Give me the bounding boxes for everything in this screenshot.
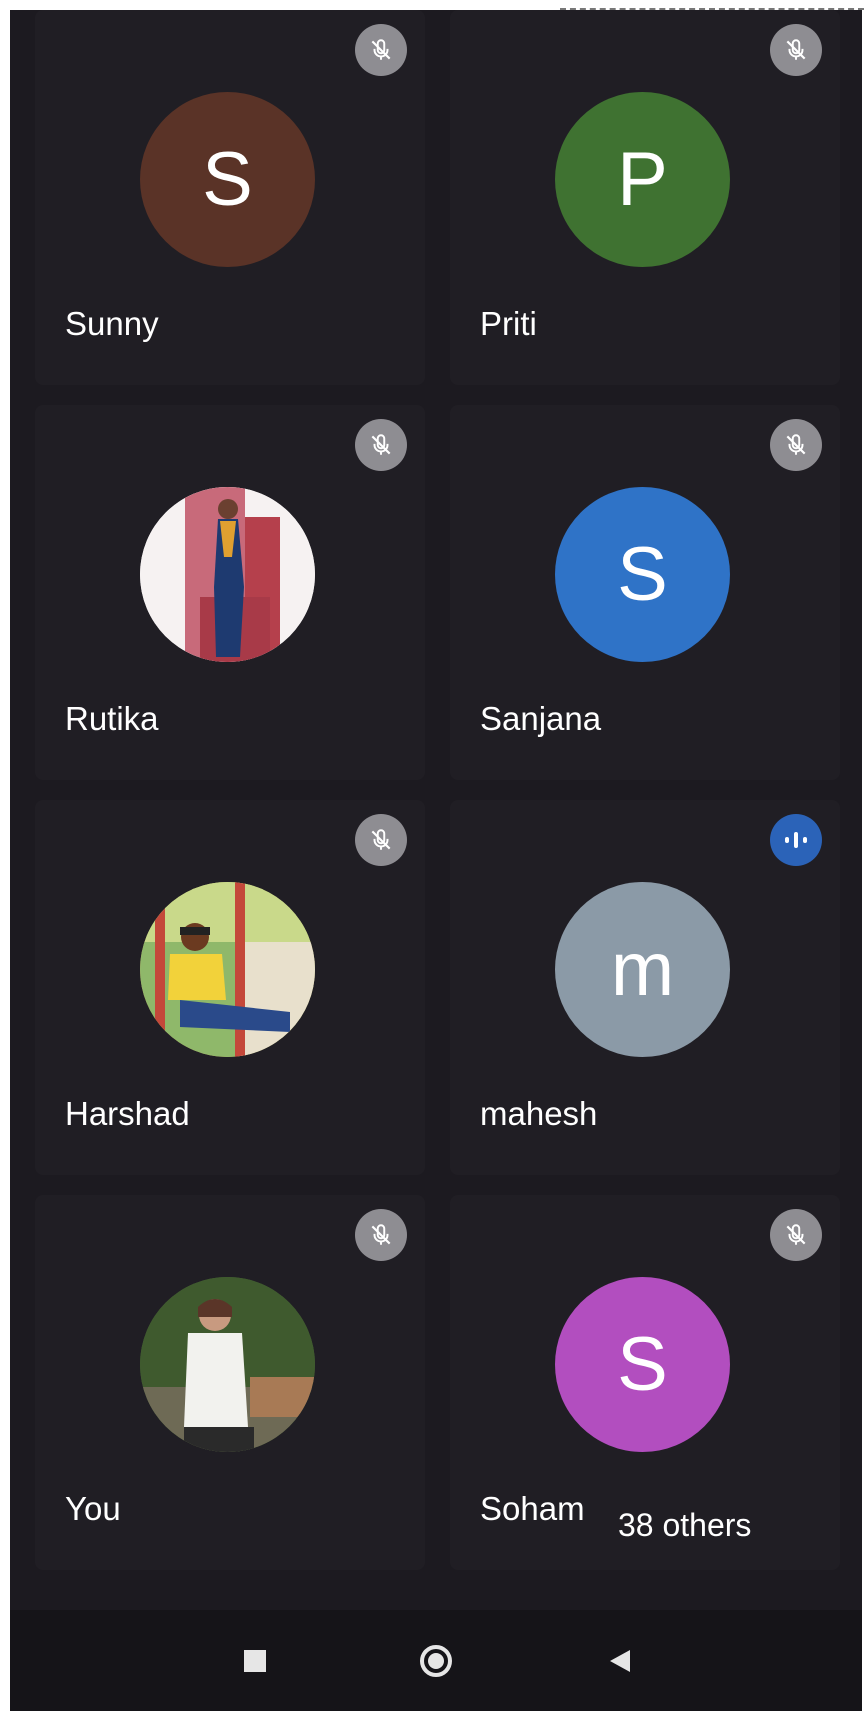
- avatar-initial: S: [617, 532, 668, 617]
- participant-name: Sanjana: [480, 700, 602, 737]
- participant-tile[interactable]: P Priti: [450, 10, 840, 385]
- circle-home-icon[interactable]: [396, 1610, 476, 1711]
- screenshot-border: [560, 0, 864, 10]
- audio-level-icon: [770, 814, 822, 866]
- participant-tile[interactable]: Rutika: [35, 405, 425, 780]
- participant-tile[interactable]: S Sanjana: [450, 405, 840, 780]
- participant-tile[interactable]: Harshad: [35, 800, 425, 1175]
- avatar-initial: S: [202, 137, 253, 222]
- mic-off-icon: [770, 1209, 822, 1261]
- mic-off-icon: [355, 419, 407, 471]
- mic-off-icon: [770, 24, 822, 76]
- participant-name: Soham: [480, 1490, 585, 1527]
- avatar: S: [555, 487, 730, 662]
- avatar-photo: [140, 882, 315, 1057]
- mic-off-icon: [355, 814, 407, 866]
- mic-off-icon: [770, 419, 822, 471]
- mic-off-icon: [355, 24, 407, 76]
- participant-name: Sunny: [65, 305, 159, 342]
- others-count-badge[interactable]: 38 others: [610, 1505, 760, 1546]
- participant-tile[interactable]: S Sunny: [35, 10, 425, 385]
- participant-name: Rutika: [65, 700, 159, 737]
- avatar: P: [555, 92, 730, 267]
- system-nav-bar: [10, 1610, 862, 1711]
- avatar-photo: [140, 1277, 315, 1452]
- square-icon[interactable]: [215, 1610, 295, 1711]
- avatar-initial: S: [617, 1322, 668, 1407]
- avatar: S: [555, 1277, 730, 1452]
- avatar-initial: m: [610, 927, 675, 1012]
- mic-off-icon: [355, 1209, 407, 1261]
- participant-name: mahesh: [480, 1095, 598, 1132]
- participant-tile[interactable]: m mahesh: [450, 800, 840, 1175]
- participant-name: Harshad: [65, 1095, 190, 1132]
- avatar-initial: P: [617, 137, 668, 222]
- avatar: m: [555, 882, 730, 1057]
- participant-name: Priti: [480, 305, 537, 342]
- participant-tile[interactable]: You: [35, 1195, 425, 1570]
- participant-name: You: [65, 1490, 121, 1527]
- back-triangle-icon[interactable]: [580, 1610, 660, 1711]
- avatar: S: [140, 92, 315, 267]
- avatar-photo: [140, 487, 315, 662]
- meeting-grid: S Sunny P Priti Rutika S Sanjana Harshad…: [10, 10, 862, 1711]
